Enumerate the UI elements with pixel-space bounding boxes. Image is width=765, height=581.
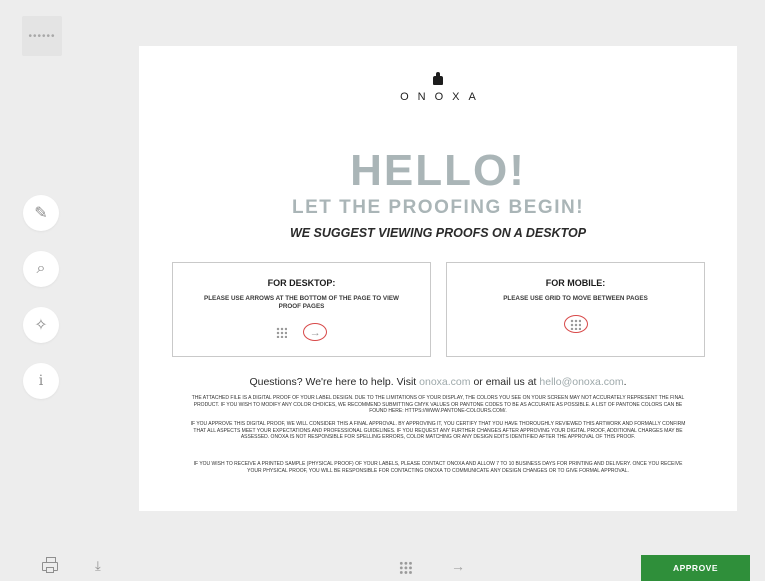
desktop-instructions-box: FOR DESKTOP: PLEASE USE ARROWS AT THE BO…: [172, 262, 431, 357]
contact-middle: or email us at: [470, 376, 540, 388]
magic-tool-button[interactable]: ✧: [23, 307, 59, 343]
zoom-icon: ⌕: [36, 260, 46, 277]
contact-line: Questions? We're here to help. Visit ono…: [139, 376, 737, 388]
proof-page: ONOXA HELLO! LET THE PROOFING BEGIN! WE …: [139, 46, 737, 511]
arrow-right-icon[interactable]: →: [451, 558, 465, 574]
highlight-circle: →: [303, 323, 328, 341]
mobile-instructions-box: FOR MOBILE: PLEASE USE GRID TO MOVE BETW…: [446, 262, 705, 357]
grid-icon: [275, 326, 287, 338]
brand-logo: ONOXA: [139, 72, 737, 103]
subtitle: LET THE PROOFING BEGIN!: [291, 197, 585, 218]
website-link[interactable]: onoxa.com: [419, 376, 470, 388]
pencil-icon: ✎: [34, 205, 48, 222]
bottom-toolbar: ⤓ → APPROVE: [0, 536, 765, 581]
contact-prefix: Questions? We're here to help. Visit: [249, 376, 420, 388]
highlight-circle: [563, 315, 588, 333]
download-icon[interactable]: ⤓: [95, 558, 101, 574]
email-link[interactable]: hello@onoxa.com: [539, 376, 623, 388]
grid-icon: [570, 319, 581, 331]
mobile-box-title: FOR MOBILE:: [545, 278, 606, 288]
fine-print-sample: If you wish to receive a printed sample …: [193, 461, 683, 474]
fine-print-approval: If you approve this digital proof, we wi…: [190, 421, 686, 440]
approve-button[interactable]: APPROVE: [641, 555, 750, 581]
suggestion-text: WE SUGGEST VIEWING PROOFS ON A DESKTOP: [289, 226, 587, 240]
info-button[interactable]: i: [23, 363, 59, 399]
bag-icon: [433, 72, 443, 85]
fine-print-colors: The attached file is a digital proof of …: [191, 395, 685, 414]
menu-button[interactable]: ••••••: [22, 16, 62, 56]
desktop-box-title: FOR DESKTOP:: [267, 278, 336, 288]
mobile-box-text: PLEASE USE GRID TO MOVE BETWEEN PAGES: [503, 295, 648, 302]
dots-icon: ••••••: [28, 30, 56, 42]
contact-suffix: .: [623, 376, 627, 388]
printer-icon[interactable]: [42, 557, 58, 573]
zoom-tool-button[interactable]: ⌕: [23, 251, 59, 287]
grid-icon[interactable]: [399, 561, 412, 574]
brand-name: ONOXA: [400, 91, 485, 103]
arrow-right-icon: →: [309, 327, 321, 339]
headline: HELLO!: [350, 146, 526, 195]
desktop-box-text: PLEASE USE ARROWS AT THE BOTTOM OF THE P…: [204, 295, 399, 310]
annotate-tool-button[interactable]: ✎: [23, 195, 59, 231]
info-icon: i: [38, 373, 44, 389]
magic-wand-icon: ✧: [34, 317, 48, 334]
